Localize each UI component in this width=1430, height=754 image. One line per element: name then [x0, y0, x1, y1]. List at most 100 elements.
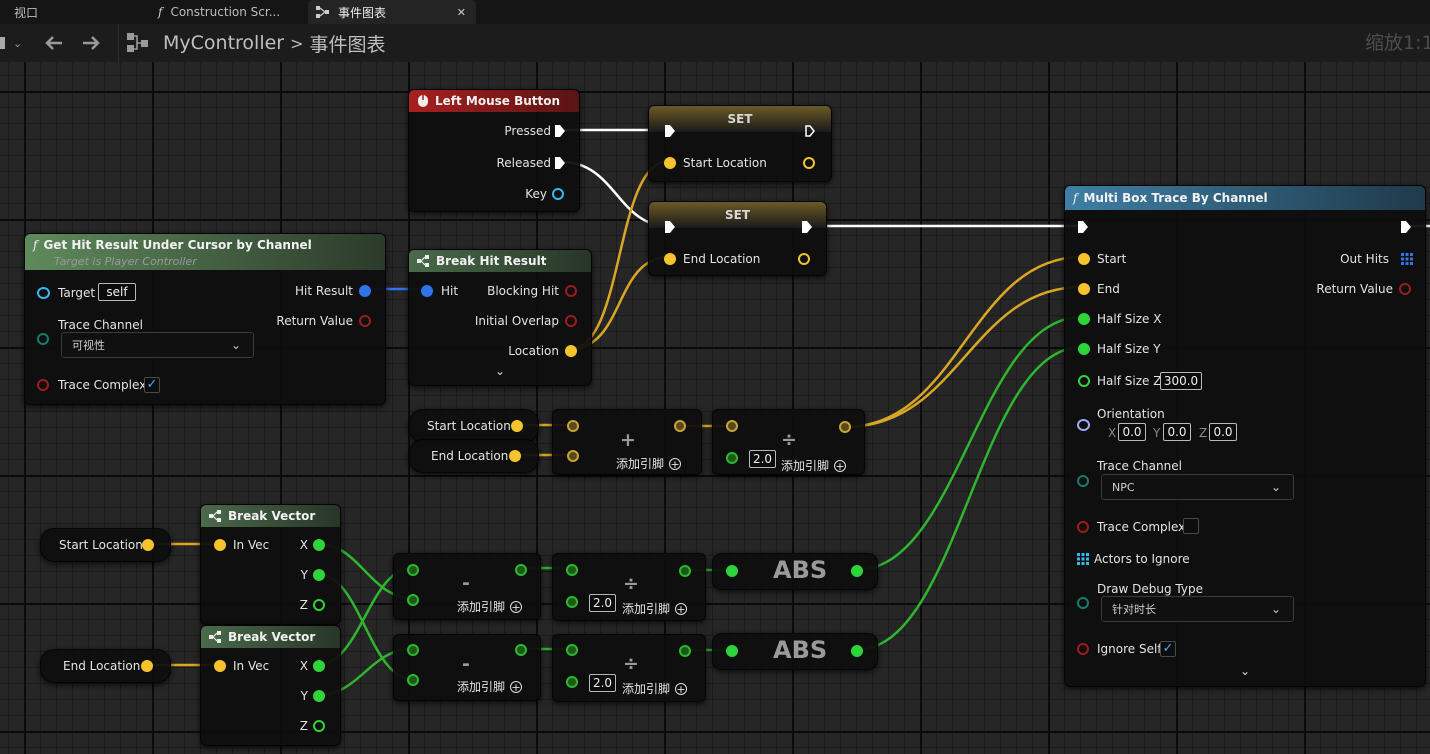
float-in-pin[interactable]: [407, 594, 419, 606]
trace-complex-checkbox[interactable]: ✓: [144, 377, 160, 393]
location-out-pin[interactable]: [565, 345, 577, 357]
divisor-field[interactable]: 2.0: [589, 674, 616, 692]
float-in-pin[interactable]: [566, 676, 578, 688]
tab-event-graph[interactable]: 事件图表 ✕: [308, 0, 476, 24]
exec-in-pin[interactable]: [665, 125, 675, 137]
add-node[interactable]: + 添加引脚 +: [552, 409, 702, 475]
y-out-pin[interactable]: [313, 690, 325, 702]
end-location-variable-node[interactable]: End Location: [40, 649, 171, 683]
return-value-out-pin[interactable]: [1399, 283, 1411, 295]
orientation-x-field[interactable]: 0.0: [1118, 423, 1146, 441]
half-size-x-in-pin[interactable]: [1078, 313, 1090, 325]
ignore-self-in-pin[interactable]: [1077, 643, 1089, 655]
exec-in-pin[interactable]: [1078, 221, 1088, 233]
vector-out-pin[interactable]: [839, 421, 851, 433]
end-in-pin[interactable]: [1078, 283, 1090, 295]
expand-chevron-icon[interactable]: ⌄: [1240, 664, 1250, 678]
hit-result-out-pin[interactable]: [359, 285, 371, 297]
vector-out-pin[interactable]: [674, 420, 686, 432]
break-vector-node[interactable]: Break Vector In Vec X Y Z: [200, 625, 341, 746]
float-out-pin[interactable]: [679, 645, 691, 657]
draw-debug-type-dropdown[interactable]: 针对时长 ⌄: [1101, 596, 1294, 622]
vector-in-pin[interactable]: [664, 157, 676, 169]
in-vec-pin[interactable]: [214, 660, 226, 672]
start-location-variable-node[interactable]: Start Location: [409, 409, 539, 443]
target-value-field[interactable]: self: [98, 283, 136, 301]
multi-box-trace-by-channel-node[interactable]: f Multi Box Trace By Channel Start Out H…: [1064, 185, 1426, 687]
orientation-y-field[interactable]: 0.0: [1163, 423, 1191, 441]
vector-out-pin[interactable]: [511, 420, 523, 432]
float-in-pin[interactable]: [407, 564, 419, 576]
exec-in-pin[interactable]: [665, 221, 675, 233]
set-end-location-node[interactable]: SET End Location: [648, 201, 827, 276]
set-start-location-node[interactable]: SET Start Location: [648, 105, 832, 182]
return-value-out-pin[interactable]: [359, 315, 371, 327]
vector-out-pin[interactable]: [141, 660, 153, 672]
close-icon[interactable]: ✕: [457, 6, 466, 19]
trace-complex-in-pin[interactable]: [1077, 521, 1089, 533]
in-vec-pin[interactable]: [214, 539, 226, 551]
start-in-pin[interactable]: [1078, 253, 1090, 265]
start-location-variable-node[interactable]: Start Location: [40, 528, 171, 562]
trace-channel-dropdown[interactable]: 可视性 ⌄: [61, 332, 254, 358]
back-button[interactable]: [44, 24, 66, 62]
float-in-pin[interactable]: [726, 452, 738, 464]
float-in-pin[interactable]: [726, 645, 738, 657]
x-out-pin[interactable]: [313, 539, 325, 551]
divide-node[interactable]: 2.0 ÷ 添加引脚 +: [552, 634, 706, 702]
left-mouse-button-node[interactable]: Left Mouse Button Pressed Released Key: [408, 89, 580, 212]
y-out-pin[interactable]: [313, 569, 325, 581]
vector-in-pin[interactable]: [726, 420, 738, 432]
draw-debug-in-pin[interactable]: [1077, 597, 1089, 609]
float-out-pin[interactable]: [679, 565, 691, 577]
trace-channel-in-pin[interactable]: [37, 333, 49, 345]
initial-overlap-out-pin[interactable]: [565, 315, 577, 327]
key-out-pin[interactable]: [552, 188, 564, 200]
array-in-pin[interactable]: [1077, 553, 1089, 565]
array-out-pin[interactable]: [1401, 253, 1413, 265]
orientation-in-pin[interactable]: [1077, 419, 1090, 431]
trace-complex-checkbox[interactable]: [1183, 518, 1199, 534]
divide-node[interactable]: 2.0 ÷ 添加引脚 +: [552, 553, 706, 621]
add-pin-button[interactable]: 添加引脚 +: [457, 678, 523, 695]
trace-channel-dropdown[interactable]: NPC ⌄: [1101, 474, 1294, 500]
add-pin-button[interactable]: 添加引脚 +: [616, 455, 682, 472]
options-dropdown[interactable]: ⌄: [0, 24, 32, 62]
get-hit-result-under-cursor-node[interactable]: f Get Hit Result Under Cursor by Channel…: [24, 233, 386, 405]
float-out-pin[interactable]: [851, 645, 863, 657]
tab-construction-script[interactable]: f Construction Scr...: [150, 0, 316, 24]
vector-in-pin[interactable]: [567, 450, 579, 462]
end-location-variable-node[interactable]: End Location: [409, 439, 539, 473]
half-size-y-in-pin[interactable]: [1078, 343, 1090, 355]
breadcrumb-root[interactable]: MyController: [163, 32, 284, 54]
float-in-pin[interactable]: [407, 644, 419, 656]
exec-out-pin[interactable]: [1401, 221, 1411, 233]
target-in-pin[interactable]: [37, 287, 50, 299]
z-out-pin[interactable]: [313, 599, 325, 611]
vector-out-pin[interactable]: [798, 253, 810, 265]
exec-out-pin[interactable]: [805, 125, 815, 137]
half-size-z-field[interactable]: 300.0: [1160, 372, 1202, 390]
vector-out-pin[interactable]: [142, 539, 154, 551]
float-in-pin[interactable]: [566, 596, 578, 608]
ignore-self-checkbox[interactable]: ✓: [1160, 641, 1176, 657]
tab-viewport[interactable]: 视口: [0, 0, 149, 24]
exec-out-pin[interactable]: [555, 125, 565, 137]
float-in-pin[interactable]: [407, 674, 419, 686]
abs-node[interactable]: ABS: [712, 553, 878, 590]
add-pin-button[interactable]: 添加引脚 +: [457, 598, 523, 615]
exec-out-pin[interactable]: [555, 157, 565, 169]
float-in-pin[interactable]: [566, 644, 578, 656]
add-pin-button[interactable]: 添加引脚 +: [622, 600, 688, 617]
subtract-node[interactable]: - 添加引脚 +: [393, 553, 541, 620]
trace-complex-in-pin[interactable]: [37, 379, 49, 391]
orientation-z-field[interactable]: 0.0: [1209, 423, 1237, 441]
divisor-field[interactable]: 2.0: [589, 594, 616, 612]
subtract-node[interactable]: - 添加引脚 +: [393, 634, 541, 701]
exec-out-pin[interactable]: [802, 221, 812, 233]
vector-out-pin[interactable]: [803, 157, 815, 169]
float-in-pin[interactable]: [566, 564, 578, 576]
forward-button[interactable]: [81, 24, 103, 62]
blocking-hit-out-pin[interactable]: [565, 285, 577, 297]
half-size-z-in-pin[interactable]: [1078, 375, 1090, 387]
